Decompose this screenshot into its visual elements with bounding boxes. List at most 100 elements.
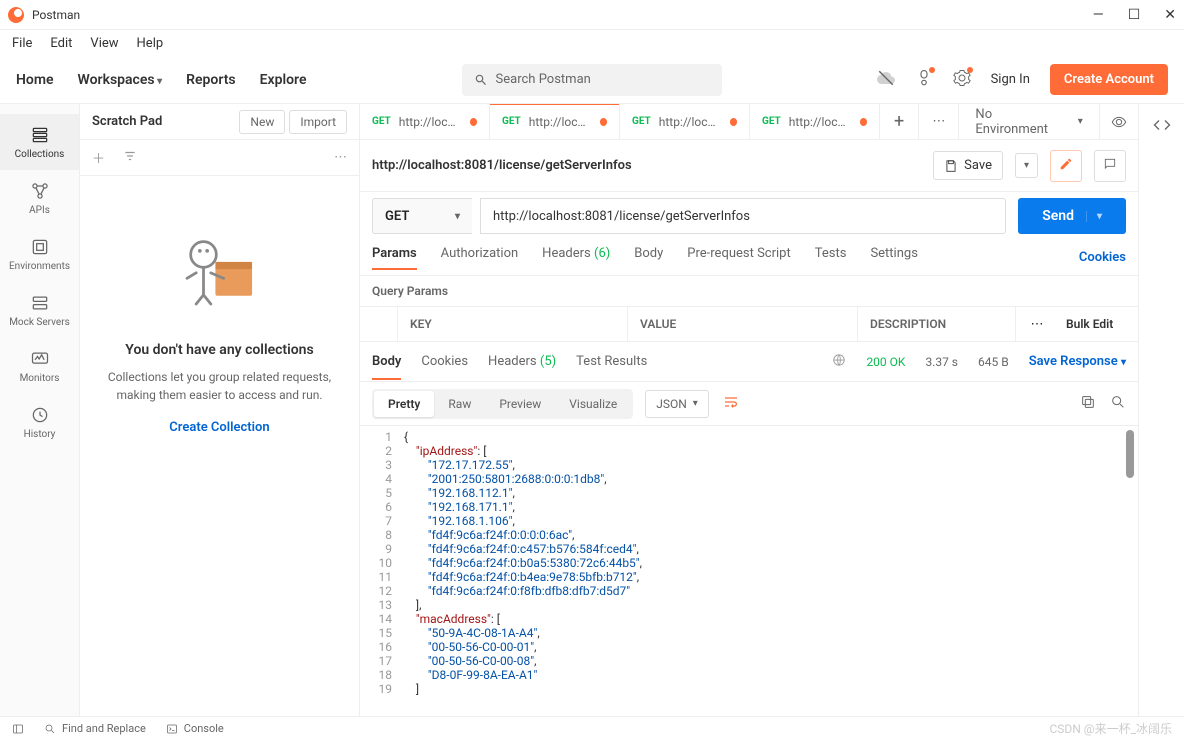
bulk-edit-button[interactable]: Bulk Edit xyxy=(1058,307,1138,341)
response-body[interactable]: 1{2 "ipAddress": [3 "172.17.172.55",4 "2… xyxy=(360,426,1138,716)
sidebar-item-environments[interactable]: Environments xyxy=(0,226,79,282)
code-line: 11 "fd4f:9c6a:f24f:0:b4ea:9e78:5bfb:b712… xyxy=(360,570,1138,584)
find-replace-button[interactable]: Find and Replace xyxy=(44,722,146,735)
request-tab-3[interactable]: GET http://local... xyxy=(750,104,880,139)
wrap-lines-icon[interactable] xyxy=(717,388,745,420)
sidebar-item-collections[interactable]: Collections xyxy=(0,114,79,170)
col-options-icon[interactable]: ⋯ xyxy=(1016,307,1058,341)
view-visualize[interactable]: Visualize xyxy=(555,391,631,417)
search-response-icon[interactable] xyxy=(1110,394,1126,414)
code-snippet-icon[interactable] xyxy=(1153,116,1171,138)
sidebar-item-mock-servers[interactable]: Mock Servers xyxy=(0,282,79,338)
format-select[interactable]: JSON▾ xyxy=(645,390,709,418)
nav-home[interactable]: Home xyxy=(16,72,54,88)
code-line: 17 "00-50-56-C0-00-08", xyxy=(360,654,1138,668)
nav-reports[interactable]: Reports xyxy=(186,72,236,88)
create-account-button[interactable]: Create Account xyxy=(1050,64,1168,95)
sidebar-item-history[interactable]: History xyxy=(0,394,79,450)
search-input[interactable]: Search Postman xyxy=(462,64,722,96)
save-response-button[interactable]: Save Response ▾ xyxy=(1029,354,1126,369)
resp-tab-test-results[interactable]: Test Results xyxy=(576,344,647,379)
request-tab-2[interactable]: GET http://local... xyxy=(620,104,750,139)
response-time: 3.37 s xyxy=(925,355,958,369)
menu-edit[interactable]: Edit xyxy=(50,36,72,51)
environment-preview-icon[interactable] xyxy=(1099,104,1138,139)
copy-icon[interactable] xyxy=(1080,394,1096,414)
filter-icon[interactable] xyxy=(123,149,137,167)
sidebar-toggle-icon[interactable] xyxy=(12,723,24,735)
window-title: Postman xyxy=(32,8,80,22)
tab-tests[interactable]: Tests xyxy=(815,246,847,269)
tab-method: GET xyxy=(372,116,391,127)
comment-icon[interactable] xyxy=(1094,150,1126,182)
request-tabs-bar: GET http://local... GET http://local... … xyxy=(360,104,1138,140)
method-select[interactable]: GET▾ xyxy=(372,198,472,234)
watermark: CSDN @来一杯_冰阔乐 xyxy=(1049,720,1172,737)
cookies-link[interactable]: Cookies xyxy=(1079,250,1126,265)
tab-params[interactable]: Params xyxy=(372,246,417,269)
code-line: 2 "ipAddress": [ xyxy=(360,444,1138,458)
nav-workspaces[interactable]: Workspaces xyxy=(78,72,163,88)
right-rail xyxy=(1138,104,1184,716)
window-maximize-button[interactable]: ☐ xyxy=(1128,7,1141,23)
create-collection-link[interactable]: Create Collection xyxy=(169,420,269,435)
edit-icon[interactable] xyxy=(1050,150,1082,182)
menu-view[interactable]: View xyxy=(90,36,118,51)
console-button[interactable]: Console xyxy=(166,722,224,735)
tab-body[interactable]: Body xyxy=(634,246,663,269)
sidebar-item-apis[interactable]: APIs xyxy=(0,170,79,226)
tab-headers[interactable]: Headers (6) xyxy=(542,246,610,269)
url-input[interactable] xyxy=(480,198,1006,234)
left-panel: Scratch Pad New Import ＋ ⋯ You don't hav… xyxy=(80,104,360,716)
code-line: 14 "macAddress": [ xyxy=(360,612,1138,626)
view-pretty[interactable]: Pretty xyxy=(374,391,434,417)
code-line: 19 ] xyxy=(360,682,1138,696)
new-tab-button[interactable]: + xyxy=(880,104,919,139)
signin-button[interactable]: Sign In xyxy=(991,72,1030,87)
resp-tab-body[interactable]: Body xyxy=(372,344,401,379)
workspace-title: Scratch Pad xyxy=(92,114,162,129)
sidebar-nav: Collections APIs Environments Mock Serve… xyxy=(0,104,80,716)
tab-prerequest[interactable]: Pre-request Script xyxy=(687,246,790,269)
view-raw[interactable]: Raw xyxy=(434,391,485,417)
tab-method: GET xyxy=(762,116,781,127)
menu-help[interactable]: Help xyxy=(137,36,164,51)
sidebar-item-monitors[interactable]: Monitors xyxy=(0,338,79,394)
window-minimize-button[interactable]: — xyxy=(1093,7,1104,23)
settings-icon[interactable] xyxy=(953,69,971,91)
query-params-header: Query Params xyxy=(360,276,1138,306)
unsaved-indicator-icon xyxy=(730,118,737,126)
add-icon[interactable]: ＋ xyxy=(92,148,105,167)
save-button[interactable]: Save xyxy=(933,151,1003,180)
tab-method: GET xyxy=(632,116,651,127)
resp-tab-cookies[interactable]: Cookies xyxy=(421,344,468,379)
code-line: 7 "192.168.1.106", xyxy=(360,514,1138,528)
network-icon[interactable] xyxy=(832,353,846,371)
tab-settings[interactable]: Settings xyxy=(870,246,917,269)
request-tab-0[interactable]: GET http://local... xyxy=(360,104,490,139)
environment-select[interactable]: No Environment▾ xyxy=(958,104,1098,139)
tab-authorization[interactable]: Authorization xyxy=(441,246,519,269)
unsaved-indicator-icon xyxy=(470,118,477,126)
resp-tab-headers[interactable]: Headers (5) xyxy=(488,344,556,379)
sync-offline-icon[interactable] xyxy=(877,69,895,91)
send-button[interactable]: Send▾ xyxy=(1018,198,1126,234)
col-key: KEY xyxy=(398,307,628,341)
capture-icon[interactable] xyxy=(915,69,933,91)
new-button[interactable]: New xyxy=(239,110,285,134)
menu-file[interactable]: File xyxy=(12,36,32,51)
tabs-more-icon[interactable]: ⋯ xyxy=(919,104,958,139)
code-line: 1{ xyxy=(360,430,1138,444)
code-line: 13 ], xyxy=(360,598,1138,612)
response-scrollbar[interactable] xyxy=(1126,430,1134,478)
nav-explore[interactable]: Explore xyxy=(260,72,307,88)
options-icon[interactable]: ⋯ xyxy=(334,150,347,165)
tab-label: http://local... xyxy=(529,115,592,129)
view-preview[interactable]: Preview xyxy=(485,391,555,417)
code-line: 18 "D8-0F-99-8A-EA-A1" xyxy=(360,668,1138,682)
window-close-button[interactable]: ✕ xyxy=(1164,7,1176,23)
save-dropdown[interactable]: ▾ xyxy=(1015,153,1038,178)
request-tab-1[interactable]: GET http://local... xyxy=(490,104,620,139)
unsaved-indicator-icon xyxy=(860,118,867,126)
import-button[interactable]: Import xyxy=(289,110,347,134)
